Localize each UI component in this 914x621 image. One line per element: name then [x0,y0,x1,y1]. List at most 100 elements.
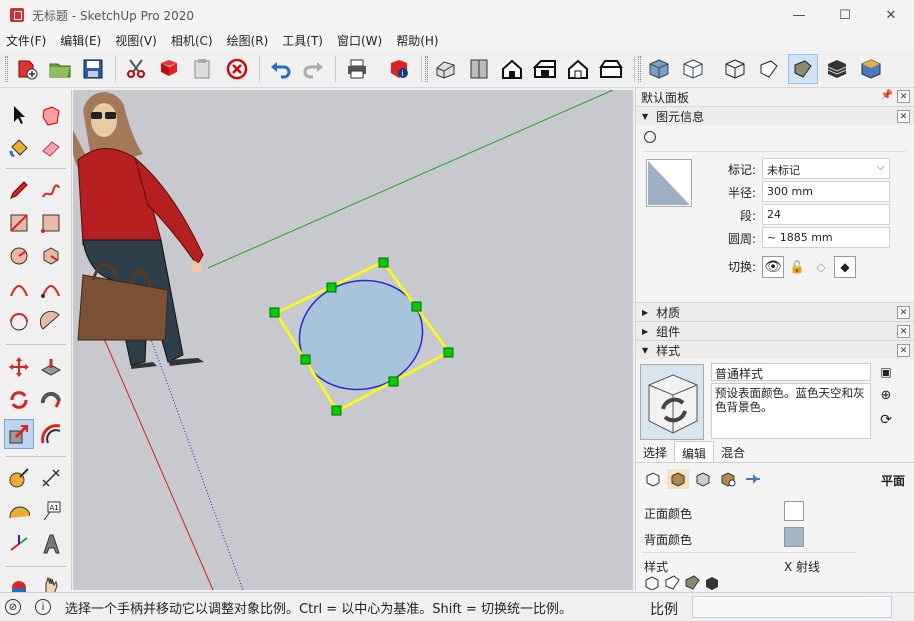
maximize-button[interactable]: ☐ [822,0,868,30]
hidden-line-button[interactable] [754,54,784,84]
close-button[interactable]: ✕ [868,0,914,30]
circle-face[interactable] [288,268,434,403]
arc-tool[interactable] [4,274,34,304]
edge-settings-button[interactable] [642,469,664,489]
axes-tool[interactable] [4,529,34,559]
background-settings-button[interactable] [692,469,714,489]
watermark-settings-button[interactable] [717,469,739,489]
receive-shadows-toggle[interactable]: ◇ [810,256,832,278]
scale-grip[interactable] [378,257,389,268]
toolbar-grip[interactable] [638,56,641,82]
textured-style-icon[interactable] [704,574,720,590]
minimize-button[interactable]: — [776,0,822,30]
tab-select[interactable]: 选择 [636,441,674,462]
scale-tool[interactable] [4,419,34,449]
components-header[interactable]: ▶ 组件 ✕ [636,321,914,340]
tape-measure-tool[interactable] [4,463,34,493]
menu-view[interactable]: 视图(V) [115,32,157,49]
line-tool[interactable] [4,175,34,205]
scale-grip[interactable] [411,301,422,312]
dimension-tool[interactable] [36,463,66,493]
follow-me-tool[interactable] [36,385,66,415]
view-back-button[interactable] [563,54,593,84]
measurements-input[interactable] [692,596,892,618]
toolbar-grip[interactable] [425,56,428,82]
shaded-style-icon[interactable] [684,574,700,590]
materials-close-button[interactable]: ✕ [897,306,910,319]
rotate-tool[interactable] [4,385,34,415]
rotated-rectangle-tool[interactable] [36,208,66,238]
freehand-tool[interactable] [36,175,66,205]
rectangle-tool[interactable] [4,208,34,238]
erase-button[interactable] [222,54,252,84]
undo-button[interactable] [266,54,296,84]
create-style-button[interactable]: ⊕ [877,386,895,404]
three-point-arc-tool[interactable] [4,307,34,337]
styles-close-button[interactable]: ✕ [897,344,910,357]
wireframe-style-icon[interactable] [644,574,660,590]
monochrome-button[interactable] [856,54,886,84]
wireframe-button[interactable] [720,54,750,84]
styles-header[interactable]: ▼ 样式 ✕ [636,340,914,359]
print-button[interactable] [342,54,372,84]
view-iso-button[interactable] [431,54,461,84]
menu-tools[interactable]: 工具(T) [282,32,323,49]
tab-mix[interactable]: 混合 [714,441,752,462]
menu-file[interactable]: 文件(F) [6,32,46,49]
components-close-button[interactable]: ✕ [897,325,910,338]
xray-button[interactable] [644,54,674,84]
pin-icon[interactable]: 📌 [881,90,893,103]
move-tool[interactable] [4,352,34,382]
polygon-tool[interactable] [36,241,66,271]
make-component-tool[interactable] [36,100,66,130]
model-info-button[interactable]: i [384,54,414,84]
tag-select[interactable]: 未标记 [762,158,890,179]
view-right-button[interactable] [530,54,560,84]
cut-button[interactable] [121,54,151,84]
menu-window[interactable]: 窗口(W) [337,32,382,49]
tray-close-button[interactable]: ✕ [897,90,910,103]
select-tool[interactable] [4,100,34,130]
material-swatch-thumbnail[interactable] [646,159,692,207]
selected-circle[interactable] [269,257,454,416]
style-thumbnail[interactable] [640,364,704,440]
modeling-settings-button[interactable] [742,469,764,489]
face-settings-button[interactable] [667,469,689,489]
style-description-field[interactable]: 预设表面颜色。蓝色天空和灰色背景色。 [711,383,871,439]
save-button[interactable] [78,54,108,84]
redo-button[interactable] [298,54,328,84]
radius-field[interactable]: 300 mm [762,181,890,202]
toolbar-grip[interactable] [5,56,8,82]
circle-tool[interactable] [4,241,34,271]
scale-grip[interactable] [300,354,311,365]
scale-grip[interactable] [326,282,337,293]
copy-button[interactable] [154,54,184,84]
update-style-button[interactable]: ⟳ [877,411,895,429]
entity-info-header[interactable]: ▼ 图元信息 ✕ [636,106,914,125]
text-tool[interactable]: A1 [36,496,66,526]
3d-text-tool[interactable] [36,529,66,559]
scale-grip[interactable] [388,376,399,387]
two-point-arc-tool[interactable] [36,274,66,304]
lock-toggle[interactable]: 🔓 [786,256,808,278]
style-name-field[interactable]: 普通样式 [711,363,871,381]
menu-edit[interactable]: 编辑(E) [60,32,101,49]
pie-tool[interactable] [36,307,66,337]
front-color-swatch[interactable] [784,501,804,521]
view-front-button[interactable] [497,54,527,84]
push-pull-tool[interactable] [36,352,66,382]
paste-button[interactable] [187,54,217,84]
cast-shadows-toggle[interactable]: ◆ [834,256,856,278]
eraser-tool[interactable] [36,133,66,163]
scale-grip[interactable] [269,307,280,318]
back-edges-button[interactable] [678,54,708,84]
menu-draw[interactable]: 绘图(R) [227,32,269,49]
paint-bucket-tool[interactable] [4,133,34,163]
shaded-button[interactable] [788,54,818,84]
visibility-toggle[interactable]: 👁 [762,256,784,278]
tab-edit[interactable]: 编辑 [674,441,715,462]
scale-figure[interactable] [73,92,204,369]
view-top-button[interactable] [464,54,494,84]
open-button[interactable] [45,54,75,84]
menu-help[interactable]: 帮助(H) [396,32,438,49]
